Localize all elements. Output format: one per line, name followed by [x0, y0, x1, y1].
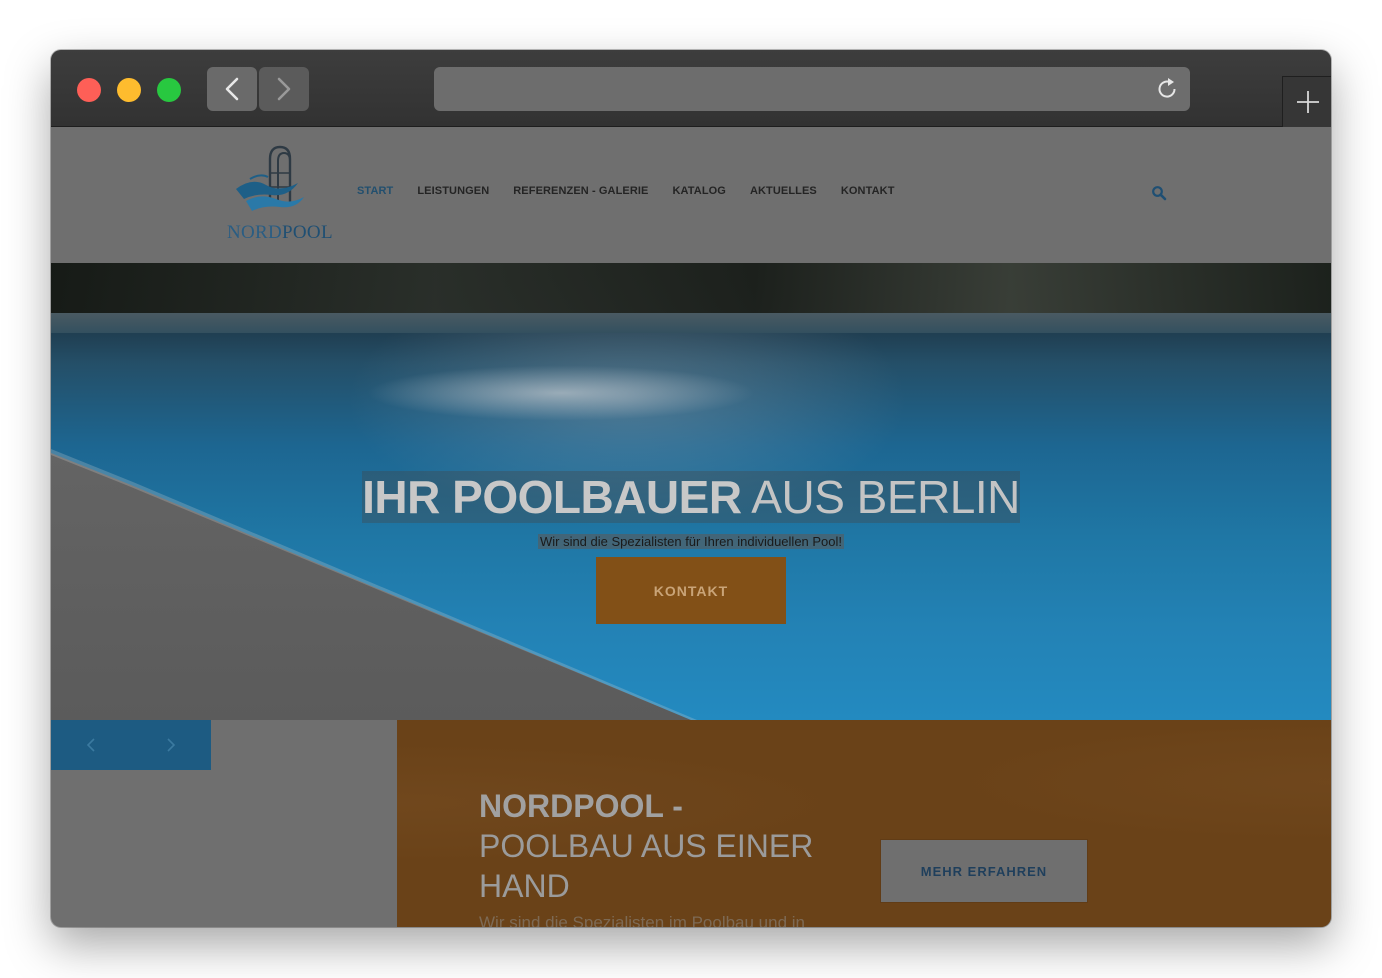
logo-text-nord: NORD	[227, 222, 283, 243]
close-window-button[interactable]	[77, 78, 101, 102]
site-header: NORDPOOL START LEISTUNGEN REFERENZEN - G…	[51, 127, 1331, 263]
logo-text-pool: POOL	[282, 222, 333, 243]
chevron-right-icon	[277, 77, 291, 101]
hero-title: IHR POOLBAUER AUS BERLIN	[51, 470, 1331, 524]
logo-wordmark: NORDPOOL	[227, 222, 333, 244]
hero-kontakt-button[interactable]: KONTAKT	[596, 557, 786, 624]
mehr-erfahren-button[interactable]: MEHR ERFAHREN	[881, 840, 1087, 902]
hero-subtitle-wrap: Wir sind die Spezialisten für Ihren indi…	[51, 533, 1331, 551]
intro-title: NORDPOOL - POOLBAU AUS EINER HAND	[479, 786, 813, 906]
intro-title-line-2: POOLBAU AUS EINER	[479, 828, 814, 864]
hero-slider: IHR POOLBAUER AUS BERLIN Wir sind die Sp…	[51, 263, 1331, 720]
nav-item-referenzen-galerie[interactable]: REFERENZEN - GALERIE	[513, 185, 648, 197]
slider-next-button[interactable]	[131, 720, 211, 770]
nav-item-katalog[interactable]: KATALOG	[673, 185, 726, 197]
hero-title-light: AUS BERLIN	[741, 471, 1020, 523]
browser-toolbar	[51, 50, 1331, 127]
chevron-left-icon	[86, 738, 95, 752]
hero-kontakt-label: KONTAKT	[653, 582, 729, 599]
hero-background-pool-edge	[51, 313, 1331, 333]
nav-item-start[interactable]: START	[357, 185, 393, 197]
intro-title-line-1: NORDPOOL -	[479, 788, 683, 824]
forward-button[interactable]	[259, 67, 309, 111]
mehr-erfahren-label: MEHR ERFAHREN	[920, 863, 1048, 879]
main-navigation: START LEISTUNGEN REFERENZEN - GALERIE KA…	[357, 185, 895, 197]
slider-controls	[51, 720, 211, 770]
new-tab-button[interactable]	[1282, 76, 1331, 127]
back-button[interactable]	[207, 67, 257, 111]
browser-window: NORDPOOL START LEISTUNGEN REFERENZEN - G…	[51, 50, 1331, 927]
search-icon[interactable]	[1151, 185, 1167, 201]
hero-background-foam	[351, 363, 771, 423]
address-bar[interactable]	[434, 67, 1190, 111]
maximize-window-button[interactable]	[157, 78, 181, 102]
intro-section: NORDPOOL - POOLBAU AUS EINER HAND Wir si…	[397, 720, 1331, 927]
nav-item-leistungen[interactable]: LEISTUNGEN	[417, 185, 489, 197]
hero-title-bold: IHR POOLBAUER	[362, 471, 742, 523]
reload-icon[interactable]	[1154, 76, 1180, 102]
intro-text: Wir sind die Spezialisten im Poolbau und…	[479, 913, 806, 927]
hero-background-trees	[51, 263, 1331, 315]
nav-item-aktuelles[interactable]: AKTUELLES	[750, 185, 817, 197]
chevron-right-icon	[167, 738, 176, 752]
nav-item-kontakt[interactable]: KONTAKT	[841, 185, 895, 197]
slider-prev-button[interactable]	[51, 720, 131, 770]
hero-subtitle: Wir sind die Spezialisten für Ihren indi…	[537, 534, 845, 549]
minimize-window-button[interactable]	[117, 78, 141, 102]
chevron-left-icon	[225, 77, 239, 101]
plus-icon	[1296, 91, 1319, 113]
intro-title-line-3: HAND	[479, 868, 570, 904]
